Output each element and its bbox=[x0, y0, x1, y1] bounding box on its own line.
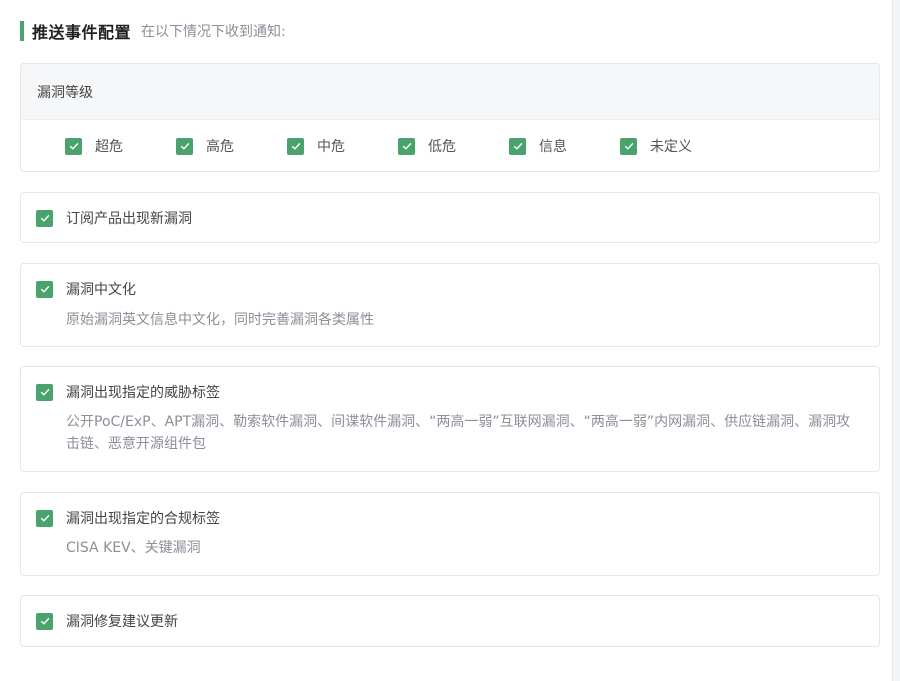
event-card-compliance-tags: 漏洞出现指定的合规标签 CISA KEV、关键漏洞 bbox=[20, 492, 880, 576]
event-description: CISA KEV、关键漏洞 bbox=[66, 540, 201, 556]
event-card-localization: 漏洞中文化 原始漏洞英文信息中文化，同时完善漏洞各类属性 bbox=[20, 263, 880, 347]
level-option-label: 未定义 bbox=[650, 139, 692, 155]
checkbox-checked-icon[interactable] bbox=[36, 612, 53, 630]
checkbox-checked-icon[interactable] bbox=[398, 137, 415, 155]
level-option-label: 超危 bbox=[95, 139, 123, 155]
checkbox-checked-icon[interactable] bbox=[287, 137, 304, 155]
level-option-high[interactable]: 高危 bbox=[176, 136, 287, 156]
vuln-level-card: 漏洞等级 超危 高危 中危 低危 信息 未定义 bbox=[20, 63, 880, 172]
page-subtitle: 在以下情况下收到通知: bbox=[141, 24, 286, 40]
event-label: 漏洞出现指定的合规标签 bbox=[66, 511, 220, 527]
event-description: 公开PoC/ExP、APT漏洞、勒索软件漏洞、间谍软件漏洞、“两高一弱”互联网漏… bbox=[66, 414, 851, 452]
level-option-info[interactable]: 信息 bbox=[509, 136, 620, 156]
section-header: 推送事件配置 在以下情况下收到通知: bbox=[20, 20, 286, 42]
scrollbar-track[interactable] bbox=[892, 0, 900, 681]
event-checkbox-row[interactable]: 漏洞修复建议更新 bbox=[21, 609, 879, 633]
vuln-level-title: 漏洞等级 bbox=[21, 64, 879, 120]
event-label: 订阅产品出现新漏洞 bbox=[66, 211, 192, 227]
level-option-label: 中危 bbox=[317, 139, 345, 155]
accent-bar bbox=[20, 21, 24, 41]
checkbox-checked-icon[interactable] bbox=[36, 209, 53, 227]
vuln-level-options: 超危 高危 中危 低危 信息 未定义 bbox=[21, 120, 879, 172]
checkbox-checked-icon[interactable] bbox=[176, 137, 193, 155]
event-description: 原始漏洞英文信息中文化，同时完善漏洞各类属性 bbox=[66, 312, 374, 328]
checkbox-checked-icon[interactable] bbox=[36, 383, 53, 401]
level-option-label: 低危 bbox=[428, 139, 456, 155]
event-label: 漏洞修复建议更新 bbox=[66, 614, 178, 630]
event-label: 漏洞中文化 bbox=[66, 282, 136, 298]
event-card-fix-update: 漏洞修复建议更新 bbox=[20, 595, 880, 647]
level-option-low[interactable]: 低危 bbox=[398, 136, 509, 156]
event-card-new-vuln: 订阅产品出现新漏洞 bbox=[20, 192, 880, 243]
level-option-label: 信息 bbox=[539, 139, 567, 155]
event-checkbox-row[interactable]: 漏洞出现指定的威胁标签 bbox=[21, 380, 879, 404]
page-title: 推送事件配置 bbox=[32, 23, 132, 42]
checkbox-checked-icon[interactable] bbox=[36, 280, 53, 298]
level-option-medium[interactable]: 中危 bbox=[287, 136, 398, 156]
checkbox-checked-icon[interactable] bbox=[65, 137, 82, 155]
checkbox-checked-icon[interactable] bbox=[509, 137, 526, 155]
level-option-label: 高危 bbox=[206, 139, 234, 155]
checkbox-checked-icon[interactable] bbox=[36, 509, 53, 527]
level-option-undefined[interactable]: 未定义 bbox=[620, 136, 731, 156]
event-checkbox-row[interactable]: 漏洞出现指定的合规标签 bbox=[21, 506, 879, 530]
checkbox-checked-icon[interactable] bbox=[620, 137, 637, 155]
level-option-critical[interactable]: 超危 bbox=[65, 136, 176, 156]
event-card-threat-tags: 漏洞出现指定的威胁标签 公开PoC/ExP、APT漏洞、勒索软件漏洞、间谍软件漏… bbox=[20, 366, 880, 472]
event-checkbox-row[interactable]: 订阅产品出现新漏洞 bbox=[21, 206, 879, 230]
event-checkbox-row[interactable]: 漏洞中文化 bbox=[21, 277, 879, 301]
event-label: 漏洞出现指定的威胁标签 bbox=[66, 385, 220, 401]
